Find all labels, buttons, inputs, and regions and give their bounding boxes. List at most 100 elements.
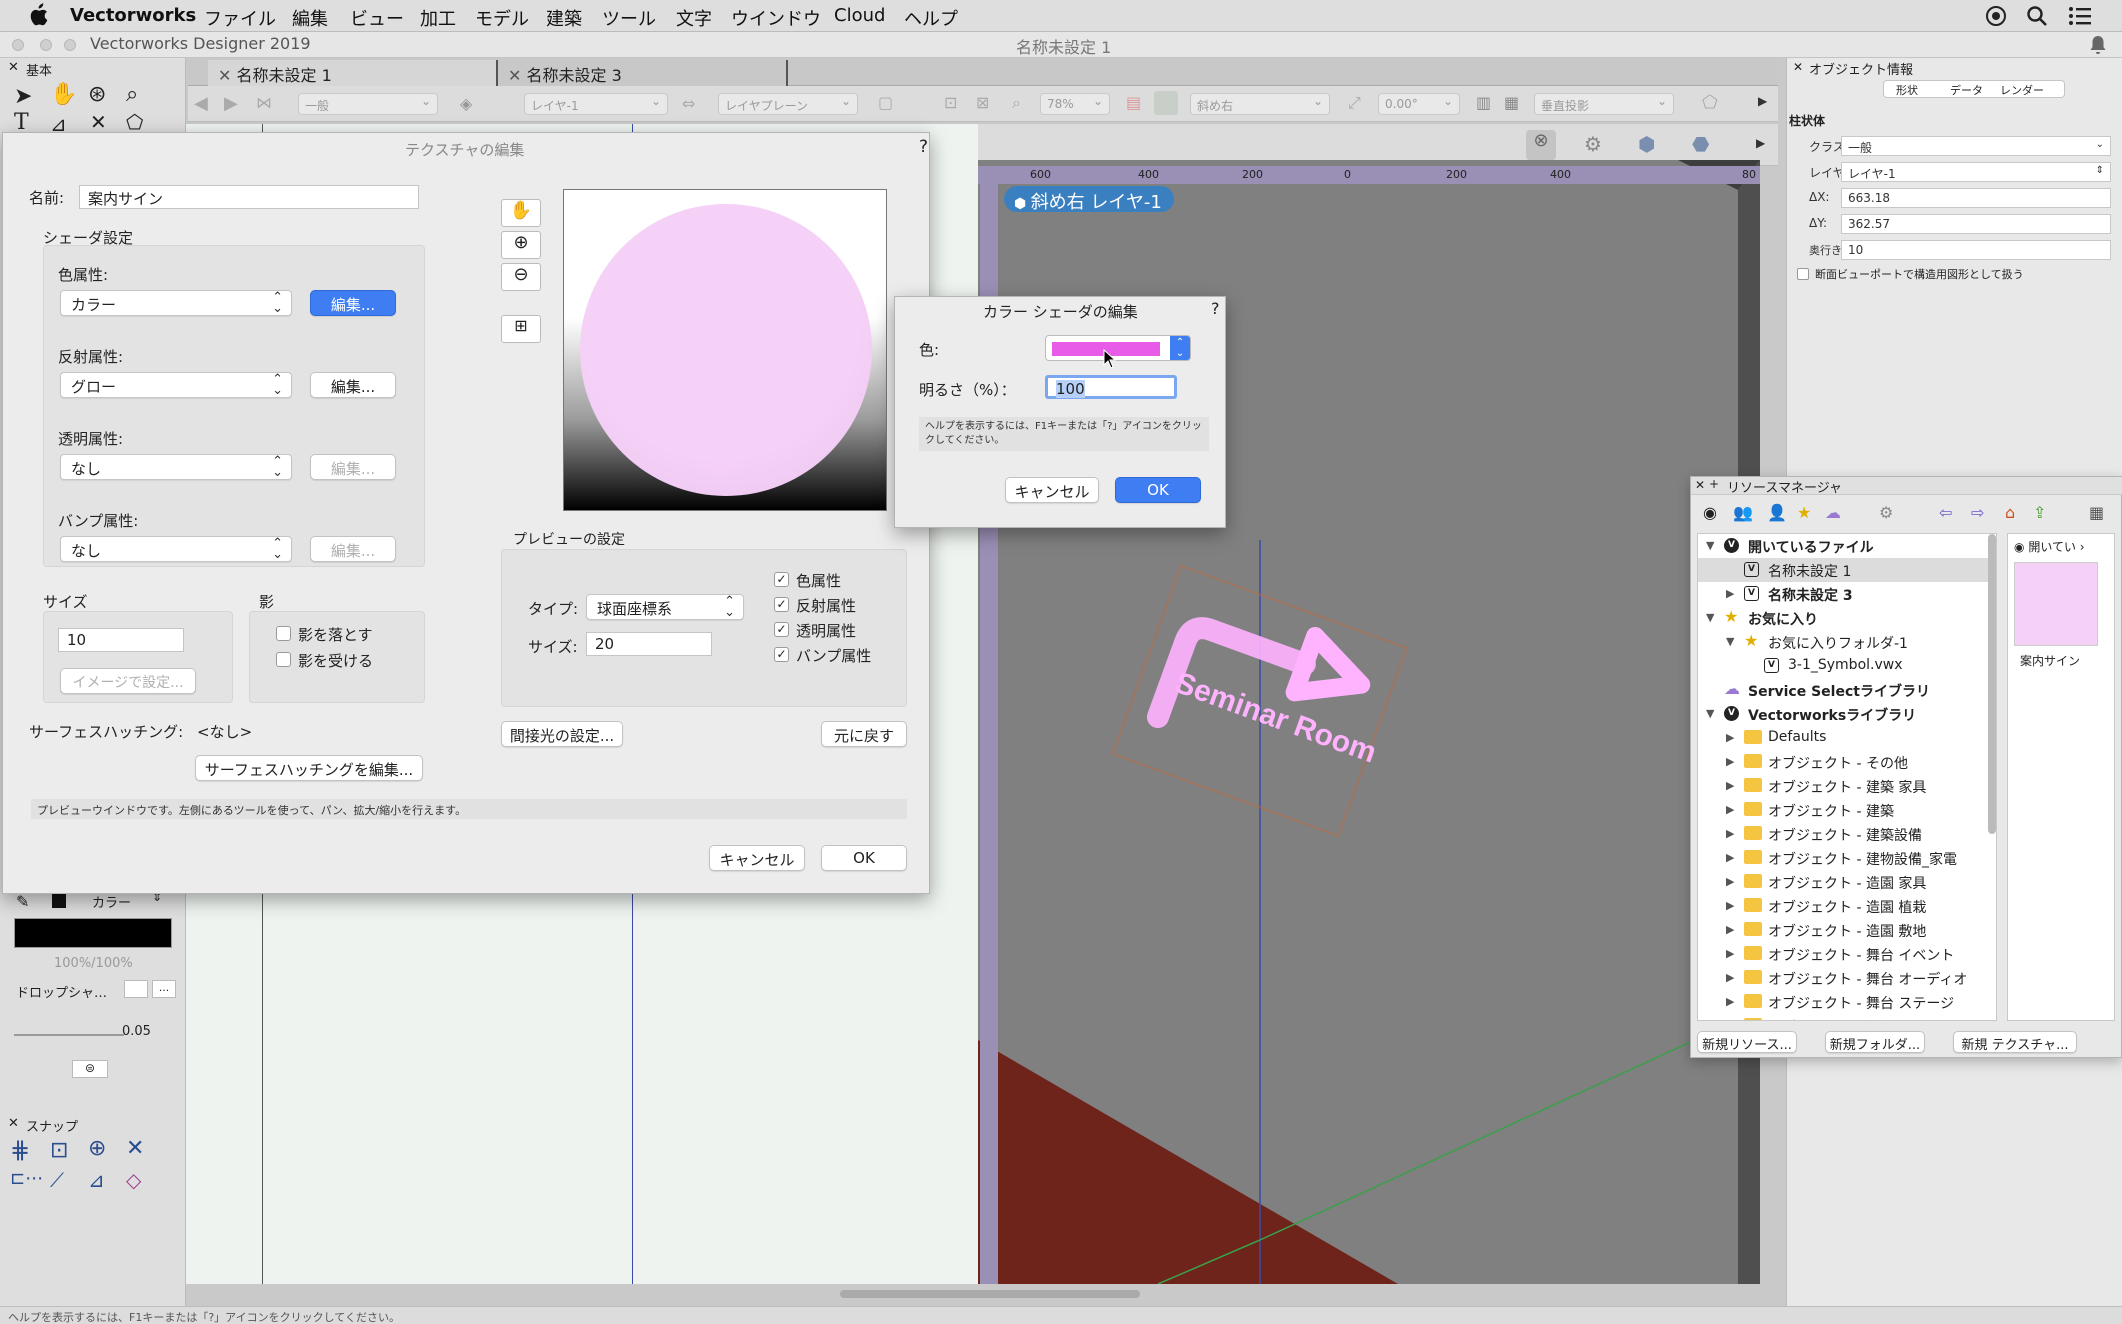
bump-attr-checkbox[interactable]: ✓	[774, 647, 789, 662]
apple-icon[interactable]	[28, 3, 48, 27]
texture-cancel-button[interactable]: キャンセル	[709, 845, 805, 871]
pan-tool-icon[interactable]: ✋	[50, 82, 77, 107]
zoom-dropdown[interactable]: 78%	[1040, 93, 1110, 115]
tree-row[interactable]: ▶ オブジェクト - 建築設備	[1698, 822, 1988, 846]
camera-view-icon[interactable]: ⬣	[1692, 132, 1709, 156]
home-icon[interactable]: ⌂	[2005, 503, 2015, 522]
edit-surface-hatch-button[interactable]: サーフェスハッチングを編集...	[195, 755, 423, 781]
panel-close-icon[interactable]: ✕	[1793, 60, 1803, 74]
disclosure-closed-icon[interactable]: ▶	[1726, 899, 1734, 912]
snap-angle-icon[interactable]: ⊕	[88, 1136, 106, 1161]
transparent-edit-button[interactable]: 編集...	[310, 454, 396, 480]
horizontal-scrollbar[interactable]	[840, 1290, 1140, 1298]
help-button[interactable]: ?	[1211, 299, 1220, 318]
panel-expand-icon[interactable]: +	[1709, 477, 1719, 491]
spotlight-search-icon[interactable]	[2026, 5, 2048, 27]
color-shader-cancel-button[interactable]: キャンセル	[1005, 477, 1099, 503]
layer-dropdown[interactable]: レイヤ-1	[524, 93, 668, 115]
disclosure-closed-icon[interactable]: ▶	[1726, 1019, 1734, 1020]
menu-app-name[interactable]: Vectorworks	[70, 5, 196, 26]
snap-close-icon[interactable]: ✕	[8, 1116, 19, 1131]
forward-arrow-icon[interactable]: ▶	[224, 93, 238, 114]
class-select[interactable]: 一般 ⌄	[1841, 136, 2111, 156]
view-dropdown[interactable]: 斜め右	[1190, 93, 1330, 115]
vectorworks-logo-icon[interactable]: ◉	[1703, 503, 1717, 522]
preview-pan-icon[interactable]: ✋	[501, 199, 541, 227]
brightness-field[interactable]: 100	[1045, 375, 1177, 399]
panel-close-icon[interactable]: ✕	[1695, 478, 1705, 492]
name-field[interactable]: 案内サイン	[79, 185, 419, 209]
doc-tab-1[interactable]: ✕ 名称未設定 1	[208, 60, 498, 86]
snap-edge-icon[interactable]: ⊿	[88, 1168, 105, 1192]
tree-row[interactable]: ▶ オブジェクト - 舞台 トラス	[1698, 1014, 1988, 1020]
transparent-select[interactable]: なし ⌃ ⌄	[60, 454, 292, 480]
color-shader-ok-button[interactable]: OK	[1115, 477, 1201, 503]
menu-view[interactable]: ビュー	[350, 5, 404, 31]
fit-page-icon[interactable]: ⊠	[976, 93, 989, 112]
layer-select[interactable]: レイヤ-1 ⇕	[1841, 162, 2111, 182]
overflow-arrow-icon[interactable]: ▶	[1758, 94, 1767, 108]
layers-icon[interactable]: ◈	[460, 94, 472, 113]
transparent-attr-checkbox[interactable]: ✓	[774, 622, 789, 637]
disclosure-closed-icon[interactable]: ▶	[1726, 995, 1734, 1008]
tree-row[interactable]: ▶ オブジェクト - 造園 植栽	[1698, 894, 1988, 918]
page-icon[interactable]: ▢	[878, 93, 893, 112]
plane-dropdown[interactable]: レイヤプレーン	[718, 93, 858, 115]
overflow-arrow-icon[interactable]: ▶	[1756, 136, 1765, 150]
render-mode-icon[interactable]: ▤	[1126, 93, 1141, 112]
plane-icon[interactable]: ⇔	[682, 94, 695, 113]
share-icon[interactable]: ⋈	[256, 93, 272, 112]
saved-view-icon[interactable]: ⬠	[1702, 92, 1718, 113]
preview-header[interactable]: ◉ 開いてい ›	[2014, 538, 2085, 555]
menu-tools[interactable]: ツール	[602, 5, 656, 31]
menu-model[interactable]: モデル	[475, 5, 529, 31]
close-window-button[interactable]	[12, 39, 24, 51]
preview-size-field[interactable]: 20	[586, 632, 712, 656]
push-pull-tool-icon[interactable]: ⬠	[126, 110, 143, 134]
reflect-select[interactable]: グロー ⌃ ⌄	[60, 372, 292, 398]
color-attr-checkbox[interactable]: ✓	[774, 572, 789, 587]
disclosure-closed-icon[interactable]: ▶	[1726, 827, 1734, 840]
bell-icon[interactable]	[2088, 34, 2108, 56]
close-tab-icon[interactable]: ✕	[218, 66, 237, 85]
zoom-window-button[interactable]	[64, 39, 76, 51]
layout-icon[interactable]: ▥	[1476, 93, 1491, 112]
doc-tab-2[interactable]: ✕ 名称未設定 3	[498, 60, 788, 86]
tree-row[interactable]: ▼ V 開いているファイル	[1698, 534, 1988, 558]
projection-dropdown[interactable]: 垂直投影	[1534, 93, 1674, 115]
disclosure-closed-icon[interactable]: ▶	[1726, 779, 1734, 792]
minimize-window-button[interactable]	[40, 39, 52, 51]
menu-modify[interactable]: 加工	[420, 5, 456, 31]
menu-edit[interactable]: 編集	[292, 5, 328, 31]
fit-objects-icon[interactable]: ⊡	[944, 93, 957, 112]
snap-object-icon[interactable]: ⊡	[50, 1138, 68, 1163]
section-structural-checkbox[interactable]	[1797, 268, 1809, 280]
tree-row[interactable]: ▶ オブジェクト - 造園 敷地	[1698, 918, 1988, 942]
favorites-star-icon[interactable]: ★	[1797, 503, 1811, 522]
preview-map-icon[interactable]: ⊞	[501, 315, 541, 343]
tab-data[interactable]: データ	[1950, 82, 1983, 98]
bump-edit-button[interactable]: 編集...	[310, 536, 396, 562]
pen-icon[interactable]: ✎	[16, 892, 29, 911]
back-arrow-icon[interactable]: ◀	[194, 93, 208, 114]
tree-row[interactable]: ▶ オブジェクト - その他	[1698, 750, 1988, 774]
tree-scrollbar[interactable]	[1988, 534, 1996, 834]
disclosure-closed-icon[interactable]: ▶	[1726, 947, 1734, 960]
settings-gear-icon[interactable]: ⚙	[1879, 503, 1893, 522]
snap-distance-icon[interactable]: ⊏⋯	[10, 1168, 43, 1189]
new-texture-button[interactable]: 新規 テクスチャ...	[1953, 1031, 2077, 1053]
settings-gear-icon[interactable]: ⚙	[1584, 132, 1602, 156]
seminar-room-sign[interactable]: Seminar Room	[1111, 564, 1413, 838]
cast-shadow-checkbox[interactable]	[276, 626, 291, 641]
menu-window[interactable]: ウインドウ	[731, 5, 821, 31]
tree-row[interactable]: V 3-1_Symbol.vwx	[1698, 654, 1988, 678]
view-cube-icon[interactable]: ⬢	[1638, 132, 1655, 156]
depth-field[interactable]: 10	[1841, 240, 2111, 260]
line-weight-value[interactable]: 0.05	[122, 1024, 151, 1039]
tree-row[interactable]: ▶ オブジェクト - 造園 家具	[1698, 870, 1988, 894]
control-center-icon[interactable]	[1986, 6, 2006, 26]
tab-render[interactable]: レンダー	[2000, 82, 2044, 98]
notification-list-icon[interactable]	[2068, 6, 2092, 26]
back-arrow-icon[interactable]: ⇦	[1939, 503, 1952, 522]
user-icon[interactable]: 👤	[1767, 503, 1787, 522]
